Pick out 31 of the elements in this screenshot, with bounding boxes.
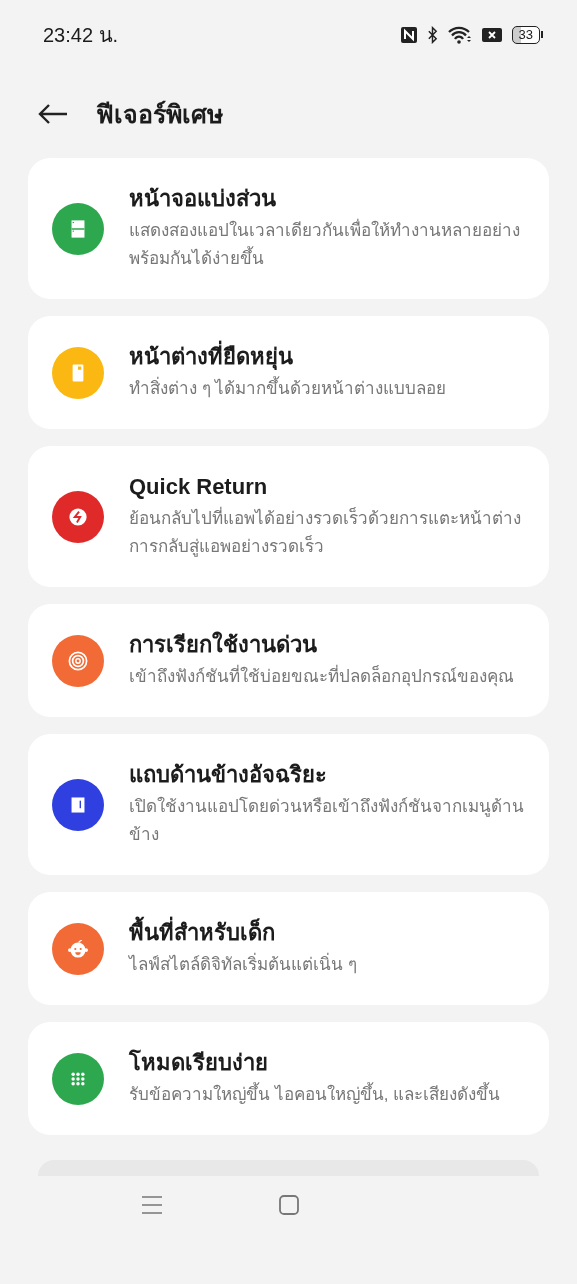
feature-description: แสดงสองแอปในเวลาเดียวกันเพื่อให้ทำงานหลายอย่างพร้อมกันได้ง่ายขึ้น xyxy=(129,217,529,273)
feature-description: รับข้อความใหญ่ขึ้น ไอคอนใหญ่ขึ้น, และเสียงดังขึ้น xyxy=(129,1081,529,1109)
nfc-icon xyxy=(400,27,417,43)
back-button[interactable] xyxy=(38,104,68,124)
feature-description: ไลฟ์สไตล์ดิจิทัลเริ่มต้นแต่เนิ่น ๆ xyxy=(129,951,529,979)
feature-title: หน้าต่างที่ยืดหยุ่น xyxy=(129,342,529,372)
feature-title: พื้นที่สำหรับเด็ก xyxy=(129,918,529,948)
feature-title: โหมดเรียบง่าย xyxy=(129,1048,269,1077)
feature-description: เปิดใช้งานแอปโดยด่วนหรือเข้าถึงฟังก์ชันจากเมนูด้านข้าง xyxy=(129,795,525,846)
feature-title: การเรียกใช้งานด่วน xyxy=(129,630,318,659)
page-title: ฟีเจอร์พิเศษ xyxy=(96,99,223,130)
feature-card[interactable]: หน้าจอแบ่งส่วน แสดงสองแอปในเวลาเดียวกันเพื่อให้ทำงานหลายอย่างพร้อมกันได้ง่ายขึ้น xyxy=(28,158,549,299)
feature-title: หน้าจอแบ่งส่วน xyxy=(129,185,277,213)
feature-card[interactable]: พื้นที่สำหรับเด็ก ไลฟ์สไตล์ดิจิทัลเริ่มต้นแต่เนิ่น ๆ xyxy=(28,892,549,1005)
feature-description: ย้อนกลับไปที่แอพได้อย่างรวดเร็วด้วยการแตะหน้าต่างการกลับสู่แอพอย่างรวดเร็ว xyxy=(129,505,529,561)
menu-icon[interactable] xyxy=(140,1194,163,1216)
feature-title: แถบด้านข้างอัจฉริยะ xyxy=(129,761,328,789)
home-icon[interactable] xyxy=(277,1194,300,1216)
feature-card[interactable]: หน้าต่างที่ยืดหยุ่น ทำสิ่งต่าง ๆ ได้มากขึ้นด้วยหน้าต่างแบบลอย xyxy=(28,316,549,429)
feature-card[interactable]: แถบด้านข้างอัจฉริยะ เปิดใช้งานแอปโดยด่วนหรือเข้าถึงฟังก์ชันจากเมนูด้านข้าง xyxy=(28,734,549,875)
battery-indicator: 33 xyxy=(511,26,540,44)
wifi-icon xyxy=(447,26,472,44)
bluetooth-icon xyxy=(426,26,438,44)
feature-card[interactable]: การเรียกใช้งานด่วน เข้าถึงฟังก์ชันที่ใช้บ่อยขณะที่ปลดล็อกอุปกรณ์ของคุณ xyxy=(28,604,549,717)
sim-error-icon xyxy=(481,27,502,43)
feature-description: ทำสิ่งต่าง ๆ ได้มากขึ้นด้วยหน้าต่างแบบลอย xyxy=(129,375,529,403)
feature-card[interactable]: โหมดเรียบง่าย รับข้อความใหญ่ขึ้น ไอคอนใหญ่ขึ้น, และเสียงดังขึ้น xyxy=(28,1022,549,1135)
status-time: 23:42 น. xyxy=(43,23,120,48)
feature-card[interactable]: Quick Return ย้อนกลับไปที่แอพได้อย่างรวดเร็วด้วยการแตะหน้าต่างการกลับสู่แอพอย่างรวดเร็ว xyxy=(28,446,549,587)
feature-description: เข้าถึงฟังก์ชันที่ใช้บ่อยขณะที่ปลดล็อกอุปกรณ์ของคุณ xyxy=(129,663,529,691)
feature-title: Quick Return xyxy=(129,473,269,501)
